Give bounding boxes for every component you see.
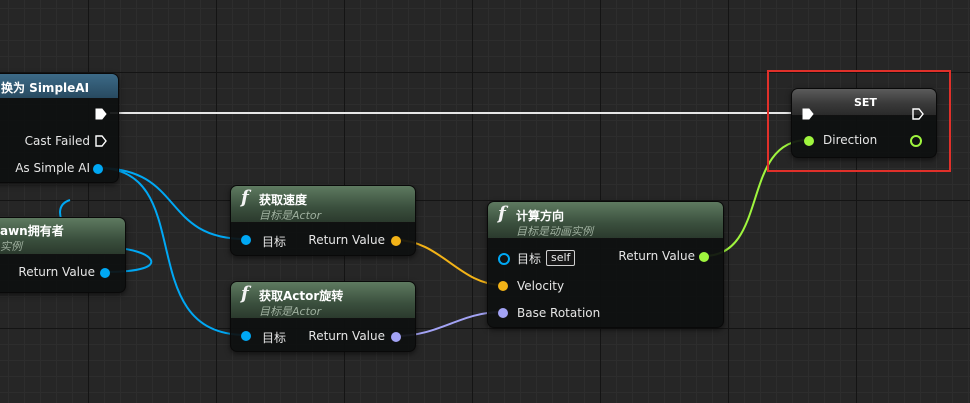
pawn-owner-title: awn拥有者: [0, 224, 64, 238]
pawn-return-value-pin[interactable]: [100, 268, 110, 278]
get-rotation-return-label: Return Value: [308, 329, 385, 343]
velocity-pin[interactable]: [498, 281, 508, 291]
calculate-direction-node[interactable]: f 计算方向 目标是动画实例 目标 self Return Value Velo…: [487, 201, 724, 328]
connection-wires: [59, 112, 809, 337]
target-self-default[interactable]: self: [546, 250, 576, 266]
get-velocity-header: f 获取速度 目标是Actor: [231, 186, 415, 223]
get-velocity-return-label: Return Value: [308, 233, 385, 247]
function-icon: f: [241, 283, 249, 304]
get-velocity-subtitle: 目标是Actor: [259, 209, 322, 222]
calc-direction-title: 计算方向: [516, 209, 565, 223]
get-rotation-header: f 获取Actor旋转 目标是Actor: [231, 282, 415, 319]
exec-out-pin[interactable]: [95, 108, 107, 120]
as-simple-ai-label: As Simple AI: [15, 161, 90, 175]
get-rotation-title: 获取Actor旋转: [259, 289, 344, 303]
get-actor-rotation-node[interactable]: f 获取Actor旋转 目标是Actor 目标 Return Value: [230, 281, 416, 352]
calc-direction-target-pin[interactable]: [498, 253, 510, 265]
calc-direction-subtitle: 目标是动画实例: [516, 225, 593, 238]
cast-failed-pin[interactable]: [95, 135, 107, 147]
pawn-owner-subtitle: 实例: [0, 240, 22, 253]
base-rotation-pin[interactable]: [498, 308, 508, 318]
get-velocity-target-label: 目标: [262, 235, 287, 249]
function-icon: f: [241, 187, 249, 208]
cast-node-header: 换为 SimpleAI: [0, 74, 118, 99]
get-velocity-title: 获取速度: [259, 193, 308, 207]
highlight-box: [767, 70, 951, 172]
calc-direction-target-label: 目标: [517, 252, 542, 266]
get-velocity-node[interactable]: f 获取速度 目标是Actor 目标 Return Value: [230, 185, 416, 256]
cast-node-title: 换为 SimpleAI: [1, 81, 90, 95]
calc-direction-return-label: Return Value: [618, 249, 695, 263]
velocity-label: Velocity: [517, 279, 565, 293]
as-simple-ai-pin[interactable]: [93, 164, 103, 174]
pawn-owner-header: awn拥有者 实例: [0, 218, 125, 255]
get-velocity-target-pin[interactable]: [241, 235, 251, 245]
base-rotation-label: Base Rotation: [517, 306, 601, 320]
calc-direction-return-pin[interactable]: [699, 252, 709, 262]
pawn-return-value-label: Return Value: [18, 265, 95, 279]
get-rotation-subtitle: 目标是Actor: [259, 305, 322, 318]
get-rotation-return-pin[interactable]: [391, 332, 401, 342]
function-icon: f: [498, 203, 506, 224]
get-velocity-return-pin[interactable]: [391, 236, 401, 246]
get-rotation-target-pin[interactable]: [241, 331, 251, 341]
get-rotation-target-label: 目标: [262, 331, 287, 345]
cast-to-simpleai-node[interactable]: 换为 SimpleAI Cast Failed As Simple AI: [0, 73, 119, 183]
try-get-pawn-owner-node[interactable]: awn拥有者 实例 Return Value: [0, 217, 126, 293]
calc-direction-header: f 计算方向 目标是动画实例: [488, 202, 723, 239]
cast-failed-label: Cast Failed: [24, 134, 90, 148]
